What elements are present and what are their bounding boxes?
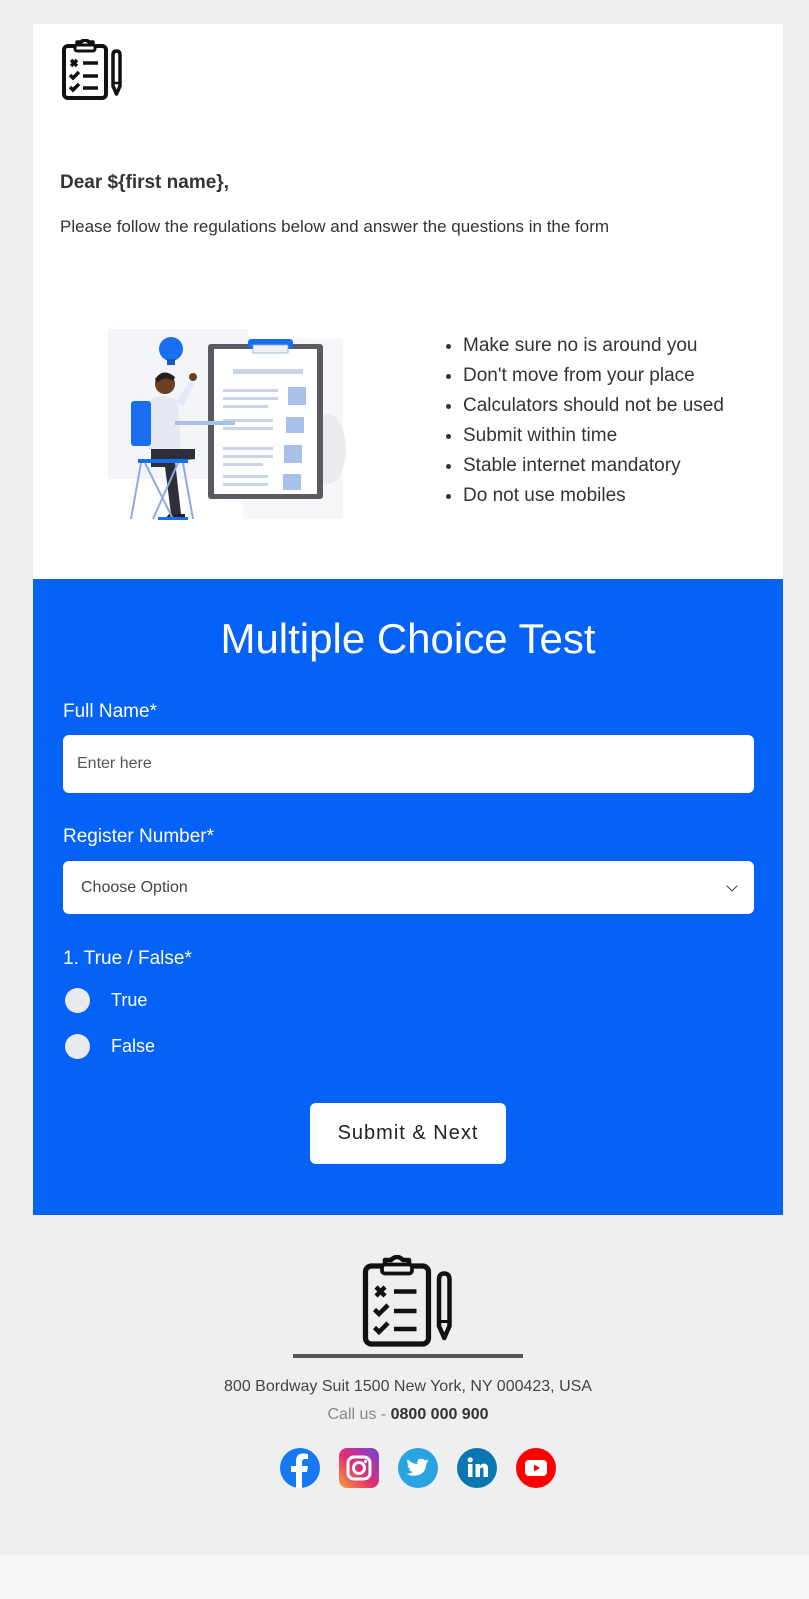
- bullet-icon: [446, 344, 451, 349]
- rule-item: Calculators should not be used: [446, 391, 724, 421]
- rule-item: Make sure no is around you: [446, 331, 724, 361]
- bullet-icon: [446, 404, 451, 409]
- instagram-icon[interactable]: [339, 1448, 379, 1488]
- rule-item: Stable internet mandatory: [446, 451, 724, 481]
- youtube-icon[interactable]: [516, 1448, 556, 1488]
- rule-item: Submit within time: [446, 421, 724, 451]
- radio-button[interactable]: [65, 988, 90, 1013]
- register-number-selected: Choose Option: [81, 878, 188, 896]
- bullet-icon: [446, 464, 451, 469]
- radio-option-false[interactable]: False: [65, 1034, 155, 1059]
- intro-text: Please follow the regulations below and …: [60, 217, 610, 236]
- call-us: Call us - 0800 000 900: [33, 1406, 783, 1424]
- full-name-input[interactable]: [63, 735, 754, 793]
- social-links: [280, 1448, 556, 1488]
- facebook-icon[interactable]: [280, 1448, 320, 1488]
- bullet-icon: [446, 434, 451, 439]
- twitter-icon[interactable]: [398, 1448, 438, 1488]
- footer-divider: [293, 1354, 523, 1358]
- rules-list: Make sure no is around you Don't move fr…: [446, 331, 724, 511]
- test-form: Multiple Choice Test Full Name* Register…: [33, 579, 783, 1215]
- form-title: Multiple Choice Test: [220, 615, 596, 662]
- rule-item: Do not use mobiles: [446, 481, 724, 511]
- submit-next-button[interactable]: Submit & Next: [310, 1103, 506, 1164]
- clipboard-checklist-icon: [62, 39, 122, 100]
- email-container: Dear ${first name}, Please follow the re…: [33, 24, 783, 1556]
- linkedin-icon[interactable]: [457, 1448, 497, 1488]
- register-number-select[interactable]: Choose Option: [63, 861, 754, 914]
- intro-section: Dear ${first name}, Please follow the re…: [33, 24, 783, 579]
- radio-label: True: [111, 990, 148, 1010]
- phone-number[interactable]: 0800 000 900: [391, 1406, 489, 1423]
- greeting: Dear ${first name},: [60, 172, 229, 193]
- bullet-icon: [446, 494, 451, 499]
- chevron-down-icon: [726, 879, 738, 892]
- address: 800 Bordway Suit 1500 New York, NY 00042…: [224, 1378, 592, 1395]
- rule-item: Don't move from your place: [446, 361, 724, 391]
- radio-label: False: [111, 1036, 156, 1056]
- question-label: 1. True / False*: [63, 948, 192, 969]
- person-at-desk-with-clipboard-illustration: [108, 329, 346, 520]
- register-number-label: Register Number*: [63, 826, 214, 847]
- footer: 800 Bordway Suit 1500 New York, NY 00042…: [33, 1215, 783, 1556]
- call-prefix: Call us -: [327, 1406, 391, 1423]
- radio-option-true[interactable]: True: [65, 988, 147, 1013]
- radio-button[interactable]: [65, 1034, 90, 1059]
- clipboard-checklist-icon: [362, 1255, 452, 1347]
- bullet-icon: [446, 374, 451, 379]
- full-name-label: Full Name*: [63, 701, 157, 722]
